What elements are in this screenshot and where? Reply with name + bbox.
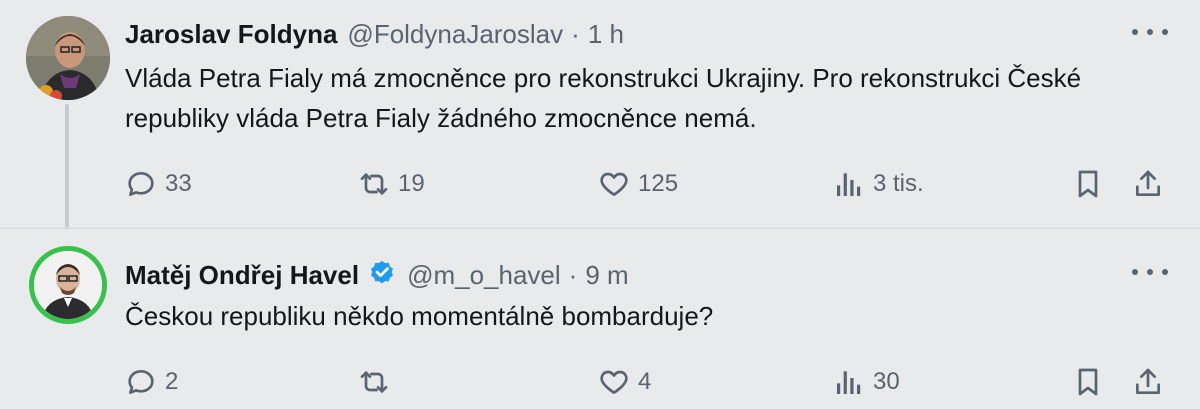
- separator: ·: [571, 19, 580, 49]
- more-icon[interactable]: [1132, 262, 1168, 282]
- retweet-button[interactable]: 19: [358, 164, 425, 204]
- like-button[interactable]: 4: [598, 362, 651, 402]
- bookmark-button[interactable]: [1072, 362, 1104, 402]
- tweet-header: Jaroslav Foldyna @FoldynaJaroslav · 1 h: [125, 18, 624, 50]
- tweet-header: Matěj Ondřej Havel @m_o_havel · 9 m: [125, 254, 629, 291]
- heart-icon: [600, 172, 628, 196]
- views-count: 30: [873, 368, 900, 395]
- tweet[interactable]: Jaroslav Foldyna @FoldynaJaroslav · 1 h …: [0, 0, 1200, 228]
- more-icon[interactable]: [1132, 22, 1168, 42]
- tweet-text: Vláda Petra Fialy má zmocněnce pro rekon…: [125, 63, 1082, 133]
- separator: ·: [568, 260, 578, 290]
- like-count: 4: [638, 368, 652, 395]
- reply-count: 2: [165, 368, 179, 395]
- timestamp[interactable]: 9 m: [585, 259, 628, 291]
- views-button[interactable]: 30: [833, 362, 900, 402]
- share-icon: [1136, 170, 1160, 196]
- like-count: 125: [638, 170, 679, 197]
- author-handle[interactable]: @m_o_havel: [407, 259, 561, 291]
- bookmark-icon: [1078, 170, 1098, 198]
- reply-button[interactable]: 33: [125, 164, 192, 204]
- avatar[interactable]: [26, 16, 110, 100]
- verified-badge-icon: [367, 259, 397, 289]
- reply-icon: [128, 172, 154, 196]
- views-icon: [837, 371, 861, 394]
- author-name[interactable]: Matěj Ondřej Havel: [125, 259, 359, 291]
- share-button[interactable]: [1132, 362, 1164, 402]
- heart-icon: [600, 370, 628, 394]
- avatar[interactable]: [29, 246, 107, 324]
- retweet-icon: [360, 173, 388, 195]
- views-count: 3 tis.: [873, 170, 924, 197]
- retweet-button[interactable]: [358, 362, 398, 402]
- like-button[interactable]: 125: [598, 164, 678, 204]
- tweet-actions: 2 4 30: [0, 362, 1200, 402]
- tweet-actions: 33 19 125 3 tis.: [0, 164, 1200, 204]
- bookmark-icon: [1078, 368, 1098, 396]
- timestamp[interactable]: 1 h: [588, 18, 624, 50]
- views-button[interactable]: 3 tis.: [833, 164, 924, 204]
- views-icon: [837, 173, 861, 196]
- share-icon: [1136, 368, 1160, 394]
- share-button[interactable]: [1132, 164, 1164, 204]
- author-handle[interactable]: @FoldynaJaroslav: [347, 18, 563, 50]
- reply-count: 33: [165, 170, 192, 197]
- reply-icon: [128, 370, 154, 394]
- bookmark-button[interactable]: [1072, 164, 1104, 204]
- tweet-text: Českou republiku někdo momentálně bombar…: [125, 301, 714, 331]
- reply-button[interactable]: 2: [125, 362, 178, 402]
- retweet-count: 19: [398, 170, 425, 197]
- retweet-icon: [360, 371, 388, 393]
- author-name[interactable]: Jaroslav Foldyna: [125, 18, 337, 50]
- tweet[interactable]: Matěj Ondřej Havel @m_o_havel · 9 m Česk…: [0, 228, 1200, 409]
